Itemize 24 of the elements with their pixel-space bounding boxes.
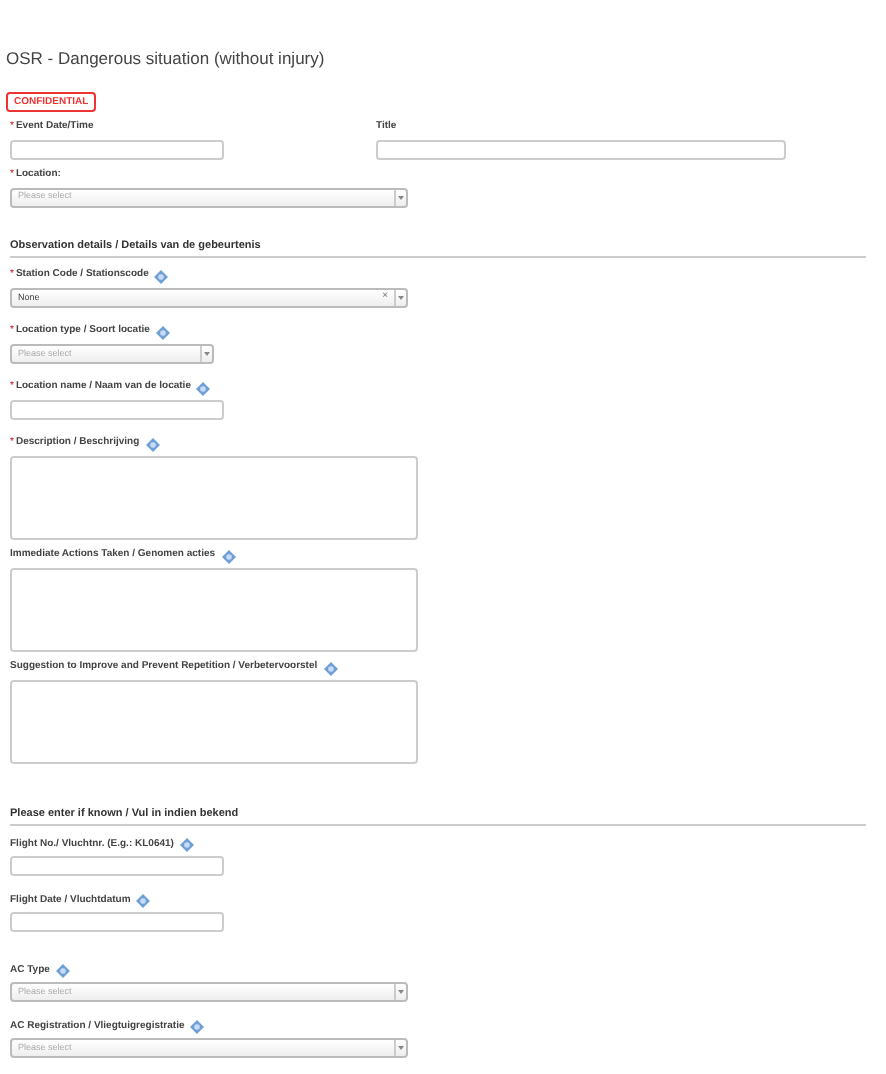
help-icon[interactable] [323,661,338,675]
dropdown-arrow[interactable] [394,189,406,206]
dropdown-arrow[interactable] [394,984,406,1001]
dropdown-arrow[interactable] [200,346,212,362]
help-icon[interactable] [145,437,160,451]
text-area[interactable] [10,568,418,652]
text-field[interactable] [10,856,224,877]
help-icon[interactable] [136,893,151,908]
text-field[interactable] [10,912,224,933]
text-area[interactable] [10,680,418,764]
help-icon[interactable] [196,381,211,395]
dropdown-arrow[interactable] [394,290,406,306]
help-icon[interactable] [221,549,236,563]
text-field[interactable] [376,139,786,160]
text-area[interactable] [10,456,418,540]
help-icon[interactable] [154,269,169,283]
dropdown-arrow[interactable] [394,1040,406,1057]
text-field[interactable] [10,400,224,420]
text-field[interactable] [10,139,224,160]
help-icon[interactable] [155,325,170,339]
help-icon[interactable] [55,963,70,978]
page-title: OSR - Dangerous situation (without injury) [4,46,327,72]
help-icon[interactable] [190,1019,205,1034]
help-icon[interactable] [179,837,194,852]
